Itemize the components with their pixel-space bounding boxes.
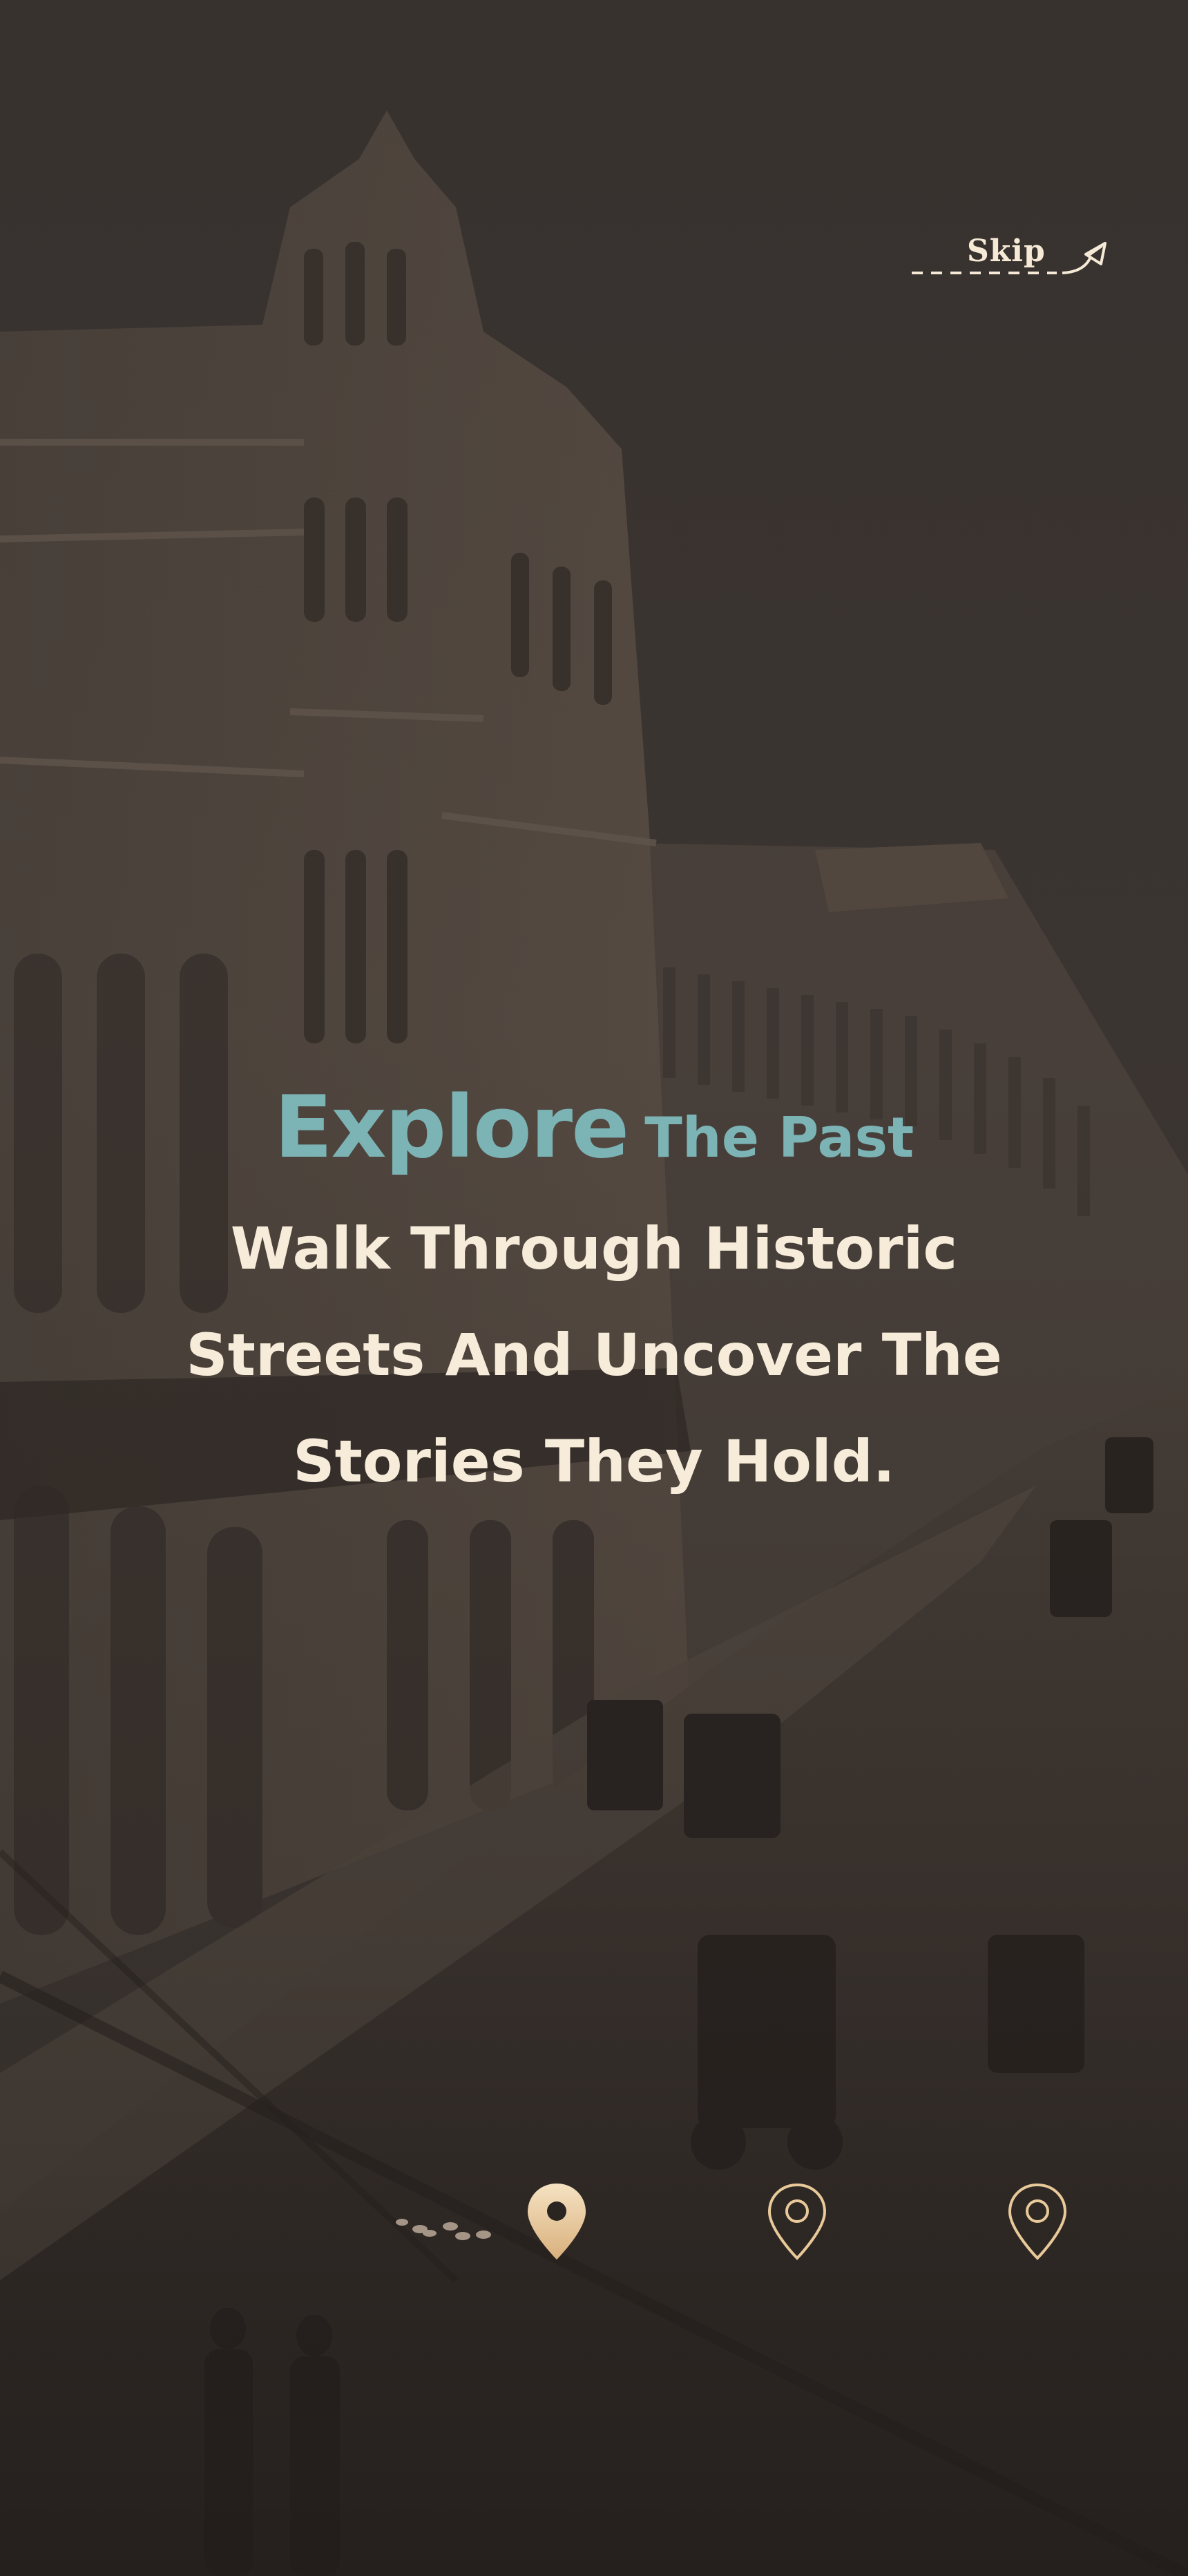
skip-button[interactable]: Skip bbox=[905, 228, 1112, 290]
location-pin-outline-icon[interactable] bbox=[764, 2181, 830, 2264]
location-pin-outline-icon[interactable] bbox=[1004, 2181, 1071, 2264]
location-pin-filled-icon[interactable] bbox=[524, 2181, 590, 2264]
footprints-icon bbox=[396, 2219, 491, 2240]
onboarding-headline: Explore The Past bbox=[0, 1078, 1188, 1177]
onboarding-screen: Skip Explore The Past Walk Through Histor… bbox=[0, 0, 1188, 2576]
skip-label: Skip bbox=[967, 234, 1046, 269]
headline-rest: The Past bbox=[644, 1106, 914, 1170]
onboarding-subtitle: Walk Through Historic Streets And Uncove… bbox=[186, 1215, 1002, 1495]
headline-emphasis: Explore bbox=[274, 1078, 629, 1177]
onboarding-pager bbox=[0, 2177, 1188, 2273]
